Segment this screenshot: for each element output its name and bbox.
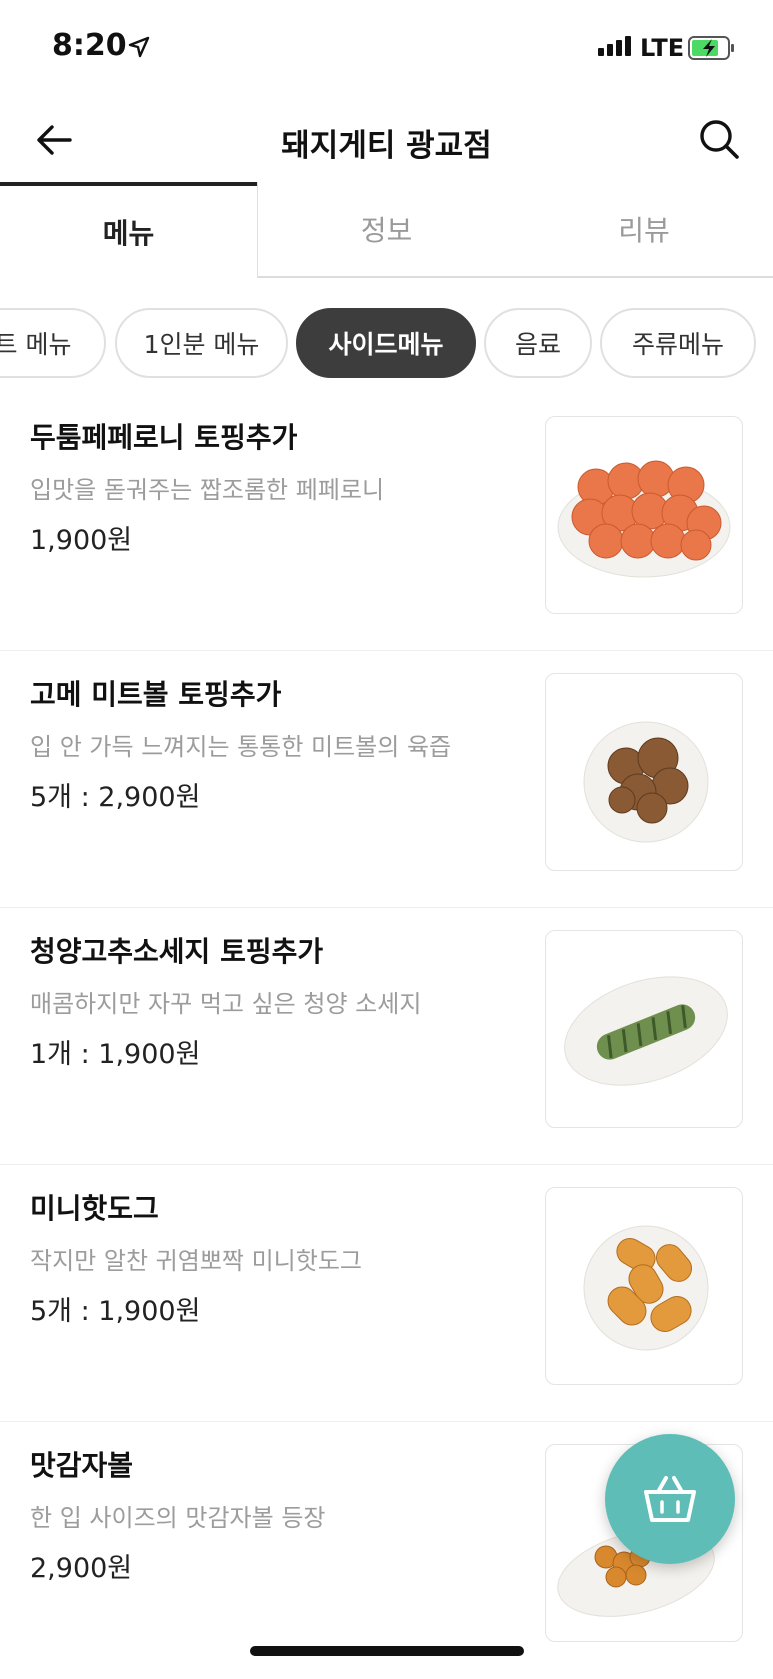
menu-item[interactable]: 고메 미트볼 토핑추가 입 안 가득 느껴지는 통통한 미트볼의 육즙 5개 :… xyxy=(0,651,773,908)
app-header: 돼지게티 광교점 xyxy=(0,100,773,182)
item-name: 미니핫도그 xyxy=(30,1192,159,1225)
location-arrow-icon xyxy=(128,36,150,58)
mini-hotdog-bowl-image xyxy=(583,1225,709,1351)
sausage-plate-image xyxy=(564,976,728,1086)
item-price: 5개 : 1,900원 xyxy=(30,1296,201,1327)
item-name: 두툼페페로니 토핑추가 xyxy=(30,421,298,454)
item-description: 한 입 사이즈의 맛감자볼 등장 xyxy=(30,1504,326,1532)
basket-icon xyxy=(644,1476,696,1522)
search-icon xyxy=(700,120,739,159)
item-description: 입 안 가득 느껴지는 통통한 미트볼의 육즙 xyxy=(30,733,452,761)
menu-item[interactable]: 두툼페페로니 토핑추가 입맛을 돋궈주는 짭조롬한 페페로니 1,900원 xyxy=(0,394,773,651)
item-price: 1개 : 1,900원 xyxy=(30,1039,201,1070)
page-title: 돼지게티 광교점 xyxy=(281,128,492,164)
item-price: 5개 : 2,900원 xyxy=(30,782,201,813)
chip-alcohol-menu[interactable]: 주류메뉴 xyxy=(600,308,756,378)
tab-menu[interactable]: 메뉴 xyxy=(0,182,257,278)
menu-item[interactable]: 미니핫도그 작지만 알찬 귀염뽀짝 미니핫도그 5개 : 1,900원 xyxy=(0,1165,773,1422)
signal-icon xyxy=(598,36,631,56)
tab-reviews[interactable]: 리뷰 xyxy=(515,182,773,278)
category-chips: 트 메뉴 1인분 메뉴 사이드메뉴 음료 주류메뉴 xyxy=(0,308,773,380)
battery-icon xyxy=(688,36,734,60)
pepperoni-plate-image xyxy=(557,460,731,578)
item-image xyxy=(545,930,743,1128)
item-description: 작지만 알찬 귀염뽀짝 미니핫도그 xyxy=(30,1247,363,1275)
status-time: 8:20 xyxy=(52,28,127,63)
network-label: LTE xyxy=(640,34,685,62)
search-button[interactable] xyxy=(698,118,742,162)
item-description: 매콤하지만 자꾸 먹고 싶은 청양 소세지 xyxy=(30,990,422,1018)
item-price: 2,900원 xyxy=(30,1553,133,1584)
item-name: 청양고추소세지 토핑추가 xyxy=(30,935,324,968)
home-indicator[interactable] xyxy=(250,1646,524,1656)
meatball-bowl-image xyxy=(583,721,709,843)
chip-side-menu[interactable]: 사이드메뉴 xyxy=(296,308,476,378)
chip-single-menu[interactable]: 1인분 메뉴 xyxy=(115,308,288,378)
item-description: 입맛을 돋궈주는 짭조롬한 페페로니 xyxy=(30,476,385,504)
item-name: 고메 미트볼 토핑추가 xyxy=(30,678,282,711)
chip-set-menu[interactable]: 트 메뉴 xyxy=(0,308,106,378)
tab-bar: 메뉴 정보 리뷰 xyxy=(0,182,773,278)
chip-drinks[interactable]: 음료 xyxy=(484,308,592,378)
status-bar: 8:20 LTE xyxy=(0,0,773,100)
item-price: 1,900원 xyxy=(30,525,133,556)
cart-button[interactable] xyxy=(605,1434,735,1564)
item-image xyxy=(545,1187,743,1385)
menu-item[interactable]: 청양고추소세지 토핑추가 매콤하지만 자꾸 먹고 싶은 청양 소세지 1개 : … xyxy=(0,908,773,1165)
item-image xyxy=(545,416,743,614)
tab-info[interactable]: 정보 xyxy=(257,182,515,278)
item-image xyxy=(545,673,743,871)
item-name: 맛감자볼 xyxy=(30,1449,134,1482)
